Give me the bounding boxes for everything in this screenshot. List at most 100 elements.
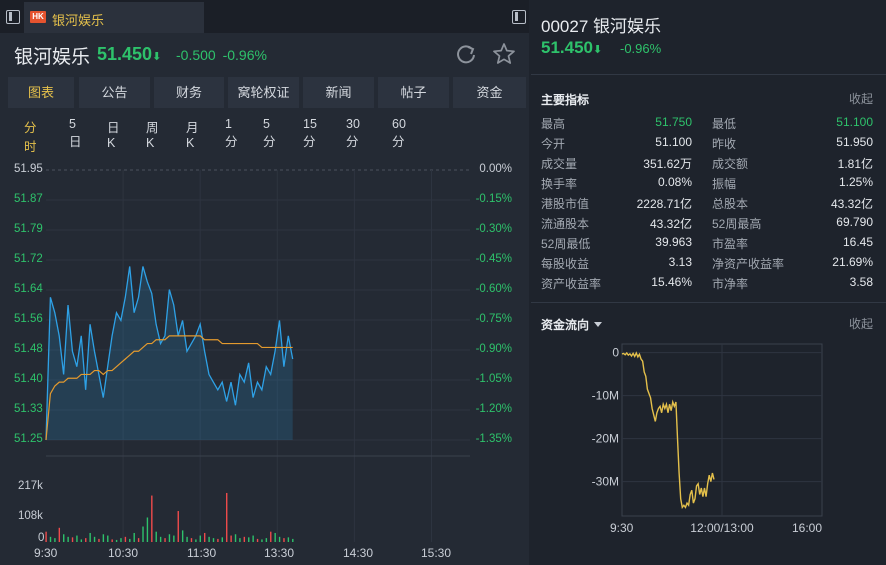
metric-item: 净资产收益率 21.69% bbox=[712, 255, 873, 275]
toggle-left-panel-icon[interactable] bbox=[6, 10, 20, 24]
metric-value: 43.32亿 bbox=[830, 197, 873, 211]
volume-bar bbox=[146, 517, 149, 542]
metric-item: 成交额 1.81亿 bbox=[712, 155, 873, 175]
flow-title-dropdown[interactable]: 资金流向 bbox=[541, 316, 603, 333]
metric-item: 昨收 51.950 bbox=[712, 135, 873, 155]
nav-tab-announcements[interactable]: 公告 bbox=[79, 77, 150, 108]
metric-value: 0.08% bbox=[657, 175, 692, 189]
volume-bar bbox=[287, 537, 290, 542]
time-tick-label: 15:30 bbox=[421, 546, 452, 560]
nav-tab-financials[interactable]: 财务 bbox=[154, 77, 224, 108]
metric-value: 51.950 bbox=[836, 135, 873, 149]
capital-flow-chart[interactable]: 0 -10M -20M -30M 9:30 12:00/13:00 16:00 bbox=[531, 340, 886, 560]
nav-tab-chart[interactable]: 图表 bbox=[8, 77, 74, 108]
nav-tab-warrants[interactable]: 窝轮权证 bbox=[228, 77, 299, 108]
volume-bar bbox=[292, 538, 294, 542]
volume-bar bbox=[151, 495, 153, 542]
volume-bar bbox=[98, 538, 100, 542]
flow-y-tick-label: 0 bbox=[612, 346, 619, 360]
intraday-chart[interactable]: 51.95 51.87 51.79 51.72 51.64 51.56 51.4… bbox=[0, 146, 529, 565]
metric-label: 净资产收益率 bbox=[712, 257, 785, 271]
section-nav: 图表 公告 财务 窝轮权证 新闻 帖子 资金 bbox=[8, 77, 526, 108]
volume-bar bbox=[159, 536, 162, 542]
flow-y-tick-label: -20M bbox=[592, 432, 619, 446]
metric-label: 昨收 bbox=[712, 137, 737, 151]
stock-name: 银河娱乐 bbox=[14, 47, 91, 68]
volume-bar bbox=[80, 539, 83, 542]
metric-label: 52周最高 bbox=[712, 217, 762, 231]
detail-price-value: 51.450 bbox=[541, 38, 593, 57]
volume-bar bbox=[142, 526, 144, 542]
flow-collapse-button[interactable]: 收起 bbox=[849, 315, 873, 332]
volume-bar bbox=[252, 535, 254, 542]
detail-title: 00027 银河娱乐 bbox=[541, 17, 661, 36]
pct-tick-label: -1.35% bbox=[475, 433, 512, 445]
metric-value: 43.32亿 bbox=[649, 217, 692, 231]
pct-tick-label: -0.90% bbox=[475, 343, 512, 355]
detail-change-percent: -0.96% bbox=[620, 41, 662, 56]
nav-tab-news[interactable]: 新闻 bbox=[303, 77, 374, 108]
metric-label: 流通股本 bbox=[541, 217, 590, 231]
volume-bar bbox=[111, 539, 113, 542]
volume-bar bbox=[173, 535, 175, 542]
metrics-collapse-button[interactable]: 收起 bbox=[849, 90, 873, 107]
volume-bar bbox=[203, 532, 206, 542]
volume-bar bbox=[199, 535, 201, 542]
volume-bar bbox=[49, 536, 52, 542]
volume-tick-label: 108k bbox=[18, 510, 43, 522]
metric-value: 21.69% bbox=[832, 255, 873, 269]
volume-bar bbox=[226, 492, 228, 542]
metric-value: 51.750 bbox=[655, 115, 692, 129]
stock-tab[interactable]: HK 银河娱乐 bbox=[24, 2, 204, 33]
volume-bar bbox=[129, 538, 131, 542]
metric-item: 换手率 0.08% bbox=[541, 175, 692, 195]
time-tick-label: 11:30 bbox=[187, 546, 217, 560]
volume-bar bbox=[270, 531, 272, 542]
metric-value: 39.963 bbox=[655, 235, 692, 249]
volume-bar bbox=[274, 532, 276, 542]
toggle-right-panel-icon[interactable] bbox=[512, 10, 526, 24]
nav-tab-posts[interactable]: 帖子 bbox=[378, 77, 449, 108]
nav-tab-capital[interactable]: 资金 bbox=[453, 77, 526, 108]
metric-value: 1.25% bbox=[838, 175, 873, 189]
flow-x-tick-label: 9:30 bbox=[610, 521, 634, 535]
volume-bar bbox=[45, 531, 47, 542]
metric-label: 52周最低 bbox=[541, 237, 591, 251]
metric-item: 资产收益率 15.46% bbox=[541, 275, 692, 295]
metric-label: 每股收益 bbox=[541, 257, 590, 271]
flow-y-tick-label: -30M bbox=[592, 475, 619, 489]
volume-bar bbox=[234, 534, 237, 542]
change-percent: -0.96% bbox=[222, 47, 267, 63]
metric-value: 15.46% bbox=[651, 275, 692, 289]
current-price: 51.450⬇ bbox=[97, 44, 161, 65]
volume-bar bbox=[71, 537, 74, 542]
volume-bar bbox=[181, 530, 184, 542]
metric-value: 3.13 bbox=[668, 255, 692, 269]
metric-item: 总股本 43.32亿 bbox=[712, 195, 873, 215]
change-value: -0.500 bbox=[176, 47, 216, 63]
volume-bar bbox=[120, 538, 122, 542]
pct-tick-label: -0.15% bbox=[475, 193, 512, 205]
tab-title: 银河娱乐 bbox=[52, 13, 105, 28]
volume-bar bbox=[217, 538, 219, 542]
volume-bar bbox=[248, 537, 250, 542]
chart-canvas[interactable] bbox=[0, 146, 529, 565]
volume-bar bbox=[221, 537, 224, 542]
volume-bar bbox=[137, 538, 140, 542]
volume-bar bbox=[186, 536, 188, 542]
metric-label: 换手率 bbox=[541, 177, 578, 191]
flow-title: 资金流向 bbox=[541, 318, 590, 332]
metric-item: 流通股本 43.32亿 bbox=[541, 215, 692, 235]
detail-panel: 00027 银河娱乐 51.450⬇ -0.96% 主要指标 收起 最高 51.7… bbox=[531, 0, 886, 565]
metric-item: 今开 51.100 bbox=[541, 135, 692, 155]
volume-bar bbox=[124, 536, 127, 542]
volume-bar bbox=[230, 535, 232, 542]
flow-y-tick-label: -10M bbox=[592, 389, 619, 403]
volume-bar bbox=[89, 532, 91, 542]
divider bbox=[531, 74, 886, 75]
favorite-star-icon[interactable] bbox=[492, 42, 516, 66]
metric-label: 市盈率 bbox=[712, 237, 749, 251]
volume-tick-label: 0 bbox=[38, 532, 45, 544]
refresh-icon[interactable] bbox=[455, 43, 477, 65]
time-tick-label: 14:30 bbox=[343, 546, 374, 560]
